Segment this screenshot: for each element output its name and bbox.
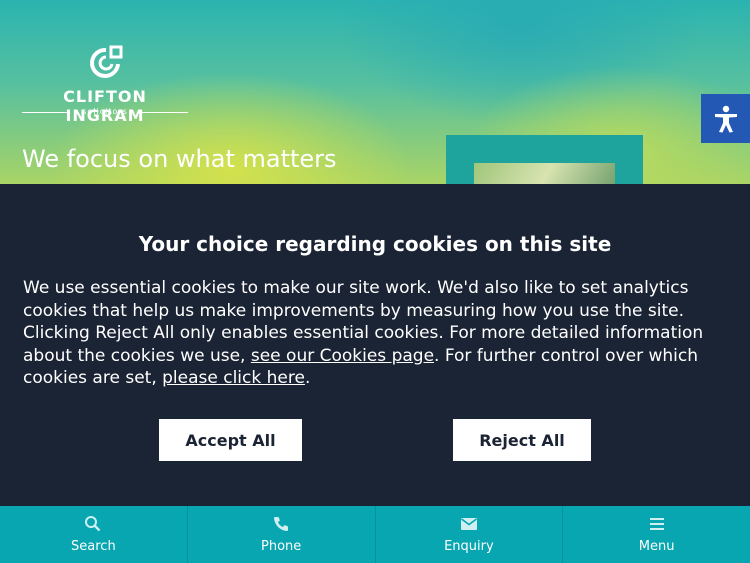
site-logo[interactable]: CLIFTON INGRAM solicitors [22, 44, 188, 125]
cookie-banner-text: We use essential cookies to make our sit… [23, 277, 728, 390]
bottom-nav: Search Phone Enquiry Menu [0, 506, 750, 563]
accessibility-button[interactable] [701, 94, 750, 143]
reject-all-button[interactable]: Reject All [453, 419, 591, 461]
hero-tagline: We focus on what matters [22, 145, 337, 173]
cookies-page-link[interactable]: see our Cookies page [251, 346, 434, 366]
logo-name: CLIFTON INGRAM [63, 87, 147, 125]
logo-mark-icon [90, 45, 123, 78]
mail-icon [460, 518, 477, 530]
nav-label-enquiry: Enquiry [444, 539, 494, 554]
nav-item-enquiry[interactable]: Enquiry [374, 506, 563, 563]
accept-all-button[interactable]: Accept All [159, 419, 302, 461]
nav-item-phone[interactable]: Phone [186, 506, 375, 563]
logo-divider [140, 112, 188, 113]
phone-icon [274, 517, 289, 531]
nav-label-search: Search [71, 539, 116, 554]
cookie-settings-link[interactable]: please click here [162, 368, 305, 388]
hero-photo [474, 163, 615, 184]
nav-label-menu: Menu [638, 539, 675, 554]
nav-label-phone: Phone [260, 539, 302, 554]
nav-item-search[interactable]: Search [0, 506, 187, 563]
hero-banner: CLIFTON INGRAM solicitors We focus on wh… [0, 0, 750, 184]
accessibility-icon [714, 105, 737, 132]
cookie-banner-title: Your choice regarding cookies on this si… [138, 232, 612, 256]
menu-icon [649, 518, 664, 530]
nav-item-menu[interactable]: Menu [562, 506, 750, 563]
cookie-consent-banner: Your choice regarding cookies on this si… [0, 184, 750, 506]
search-icon [85, 516, 101, 532]
cookie-text-part: . [304, 368, 311, 388]
